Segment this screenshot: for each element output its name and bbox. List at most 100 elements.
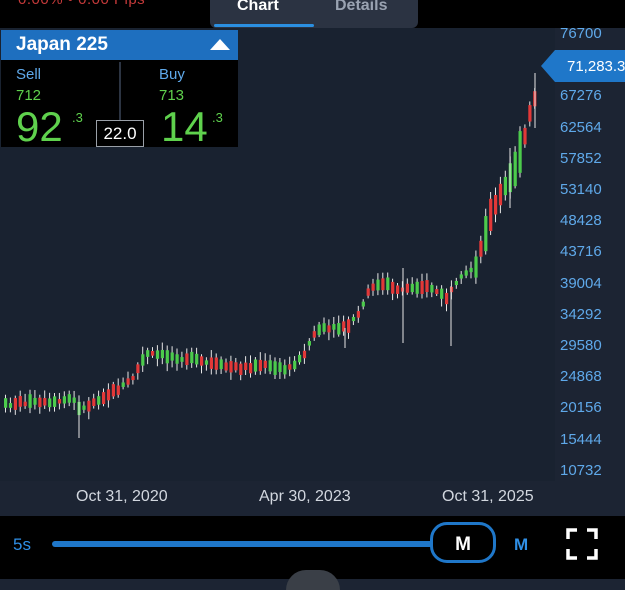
- candle-body: [518, 131, 522, 173]
- timeframe-slider-handle[interactable]: M: [430, 522, 496, 563]
- x-label: Apr 30, 2023: [259, 488, 351, 505]
- candle-body: [239, 363, 243, 375]
- candle-body: [351, 316, 356, 322]
- candle-body: [185, 353, 189, 365]
- candle-body: [165, 350, 169, 364]
- candle-body: [474, 256, 478, 278]
- y-tick-label: 76700: [560, 25, 602, 42]
- candle-body: [268, 360, 272, 372]
- candle-body: [4, 398, 8, 408]
- candle-body: [337, 323, 341, 335]
- top-bar: 0.00% • 0.00 Pips Chart Details: [0, 0, 625, 28]
- candle-body: [425, 280, 429, 293]
- candle-body: [48, 398, 52, 408]
- candle-body: [190, 351, 194, 364]
- y-tick-label: 20156: [560, 399, 602, 417]
- instrument-panel: Japan 225 Sell 712 92 .3 Buy 713 14 .3 2…: [1, 30, 238, 148]
- candle-body: [170, 352, 174, 361]
- y-tick-label: 15444: [560, 430, 602, 448]
- candle-body: [200, 356, 204, 366]
- candle-body: [440, 288, 444, 299]
- y-tick-label: 29580: [560, 337, 602, 354]
- candle-body: [273, 361, 277, 375]
- buy-label[interactable]: Buy: [159, 66, 185, 83]
- candle-body: [258, 359, 262, 372]
- candle-body: [136, 364, 140, 374]
- candle-body: [18, 396, 22, 407]
- y-tick-label: 43716: [560, 243, 602, 261]
- candle-body: [151, 351, 155, 356]
- candle-body: [229, 361, 233, 373]
- tab-chart[interactable]: Chart: [237, 0, 279, 15]
- candle-body: [523, 127, 527, 145]
- y-tick-label: 39004: [560, 274, 602, 292]
- sell-price[interactable]: 92: [16, 106, 63, 148]
- y-tick-label: 34292: [560, 305, 602, 323]
- candle-body: [234, 362, 238, 371]
- candle-body: [307, 341, 311, 346]
- tab-bar: Chart Details: [210, 0, 418, 28]
- timeframe-max-label[interactable]: M: [514, 535, 528, 555]
- timeframe-min-label[interactable]: 5s: [13, 535, 31, 555]
- candle-body: [420, 280, 424, 295]
- y-tick-label: 53140: [560, 181, 602, 198]
- candle-body: [209, 357, 213, 369]
- candle-body: [244, 362, 248, 371]
- buy-price[interactable]: 14: [161, 106, 208, 148]
- caret-up-icon[interactable]: [210, 39, 230, 50]
- sell-label[interactable]: Sell: [16, 66, 41, 83]
- candle-body: [195, 353, 199, 365]
- candle-body: [347, 319, 351, 333]
- candle-body: [141, 354, 145, 366]
- y-tick-label: 48428: [560, 212, 602, 230]
- candle-body: [459, 274, 463, 279]
- spread-badge: 22.0: [96, 120, 144, 147]
- candle-body: [371, 283, 375, 291]
- candle-body: [249, 363, 253, 374]
- candle-body: [97, 396, 101, 405]
- candle-body: [332, 324, 336, 330]
- candle-body: [494, 195, 498, 215]
- sell-decimal: .3: [72, 110, 83, 125]
- candle-body: [92, 398, 96, 407]
- candle-body: [410, 283, 414, 293]
- candle-body: [415, 281, 419, 294]
- candle-body: [454, 280, 458, 286]
- candle-body: [445, 292, 449, 305]
- candle-body: [376, 279, 380, 291]
- header-change-text: 0.00% • 0.00 Pips: [18, 0, 145, 8]
- candle-body: [489, 198, 493, 232]
- candle-body: [278, 362, 282, 373]
- candle-body: [391, 281, 395, 294]
- candle-body: [224, 362, 228, 371]
- candle-body: [204, 360, 209, 365]
- buy-decimal: .3: [212, 110, 223, 125]
- candle-body: [317, 324, 321, 336]
- candle-body: [366, 288, 370, 296]
- candle-body: [28, 394, 32, 408]
- candle-body: [513, 151, 517, 187]
- candle-body: [293, 360, 297, 370]
- candle-body: [288, 364, 292, 370]
- sell-prefix: 712: [16, 87, 42, 104]
- timeframe-slider-track[interactable]: [52, 541, 445, 547]
- candle-body: [87, 400, 91, 412]
- candle-body: [386, 277, 390, 291]
- fullscreen-icon[interactable]: [566, 528, 598, 560]
- candle-body: [82, 405, 86, 410]
- candle-body: [405, 283, 409, 293]
- candle-body: [146, 350, 150, 357]
- candle-body: [327, 325, 331, 333]
- candle-body: [175, 354, 179, 364]
- candle-body: [38, 397, 42, 408]
- candle-body: [116, 385, 120, 395]
- candle-body: [102, 392, 106, 405]
- tab-details[interactable]: Details: [335, 0, 387, 15]
- x-label: Oct 31, 2020: [76, 488, 168, 505]
- candle-body: [67, 394, 71, 403]
- candle-body: [131, 376, 135, 381]
- candle-body: [180, 357, 184, 362]
- candle-body: [298, 354, 302, 363]
- instrument-header[interactable]: Japan 225: [1, 30, 238, 60]
- y-tick-label: 57852: [560, 149, 602, 167]
